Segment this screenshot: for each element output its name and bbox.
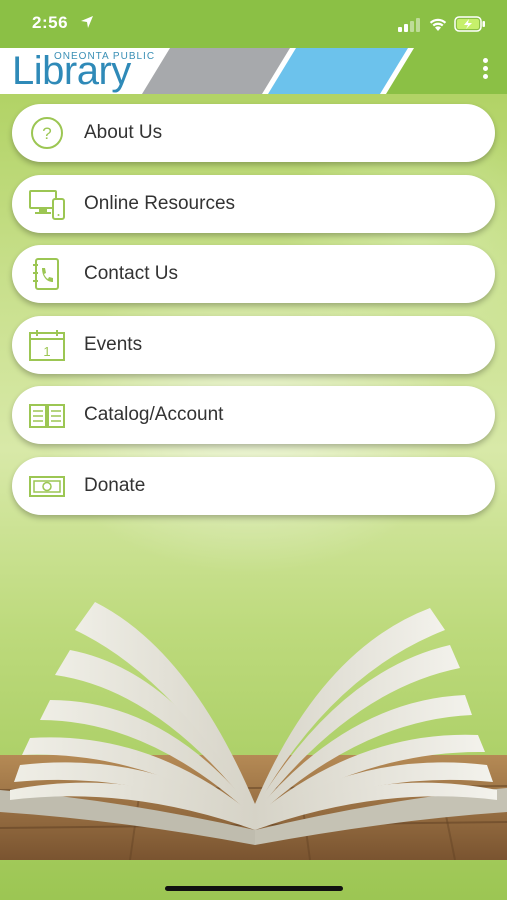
more-options-icon[interactable] <box>481 58 489 80</box>
logo-oneonta-public: ONEONTA PUBLIC <box>54 51 156 62</box>
devices-icon <box>29 189 65 220</box>
app-header: Library ONEONTA PUBLIC <box>0 48 507 94</box>
phone-book-icon <box>33 258 59 290</box>
money-icon <box>29 475 65 497</box>
home-indicator[interactable] <box>165 886 343 891</box>
location-arrow-icon <box>81 16 93 28</box>
menu-item-label: Contact Us <box>84 263 178 284</box>
menu-item-label: Donate <box>84 474 146 496</box>
open-book-illustration <box>0 602 507 860</box>
status-bar: 2:56 <box>0 0 507 48</box>
question-icon: ? <box>31 117 63 149</box>
cell-signal-icon <box>398 18 420 32</box>
main-menu: ? About Us Online Resources Contact Us 1… <box>12 104 495 527</box>
menu-item-label: About Us <box>84 122 163 143</box>
menu-item-about-us[interactable]: ? About Us <box>12 104 495 162</box>
menu-item-label: Catalog/Account <box>84 404 224 425</box>
calendar-icon: 1 <box>29 329 65 361</box>
menu-item-contact-us[interactable]: Contact Us <box>12 245 495 303</box>
svg-text:?: ? <box>42 124 51 143</box>
menu-item-catalog-account[interactable]: Catalog/Account <box>12 386 495 444</box>
menu-item-events[interactable]: 1 Events <box>12 315 495 374</box>
book-icon <box>29 404 65 428</box>
battery-charging-icon <box>454 16 485 32</box>
wifi-icon <box>429 18 447 31</box>
svg-text:1: 1 <box>43 344 50 359</box>
status-time: 2:56 <box>32 13 69 32</box>
menu-item-donate[interactable]: Donate <box>12 456 495 515</box>
menu-item-label: Online Resources <box>84 192 236 214</box>
menu-item-label: Events <box>84 333 143 355</box>
menu-item-online-resources[interactable]: Online Resources <box>12 174 495 233</box>
